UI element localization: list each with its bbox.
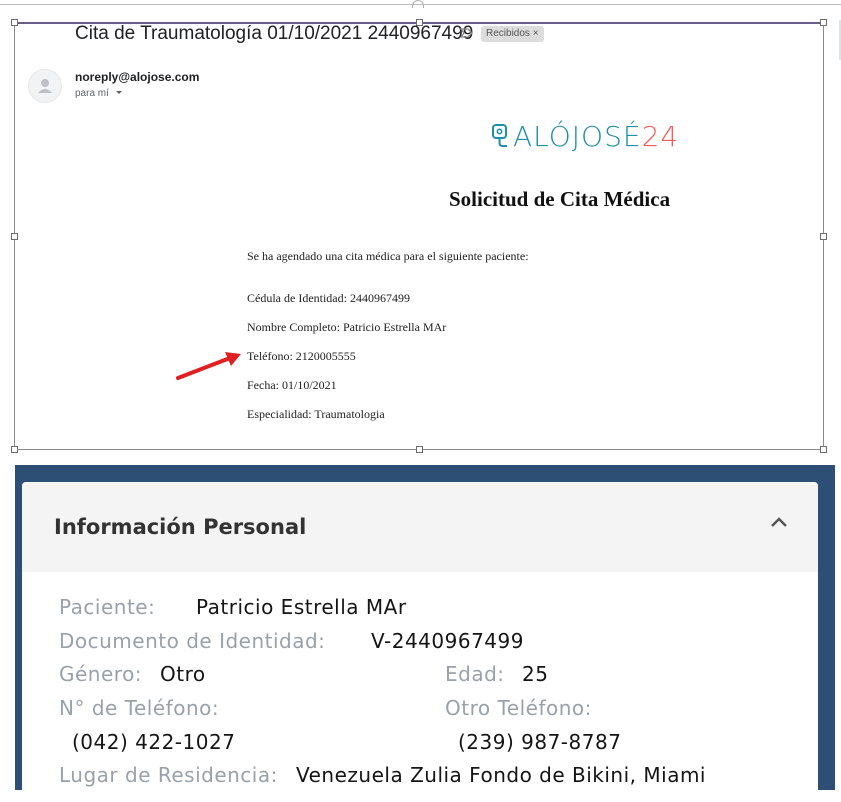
logo-text-main: ALÓJOSÉ: [513, 120, 642, 153]
documento-label: Documento de Identidad:: [59, 629, 326, 653]
email-field-fecha: Fecha: 01/10/2021: [247, 378, 337, 392]
paciente-value: Patricio Estrella MAr: [196, 595, 407, 619]
telefono-label: N° de Teléfono:: [59, 696, 220, 720]
paciente-label: Paciente:: [59, 595, 156, 619]
resize-handle-left[interactable]: [11, 233, 18, 240]
avatar: [28, 69, 62, 103]
recipient-line[interactable]: para mí: [75, 88, 123, 99]
genero-label: Género:: [59, 662, 143, 686]
email-heading: Solicitud de Cita Médica: [449, 187, 671, 211]
otro-telefono-label: Otro Teléfono:: [445, 696, 592, 720]
recipient-text: para mí: [75, 88, 109, 99]
genero-value: Otro: [160, 662, 206, 686]
edad-value: 25: [522, 662, 549, 686]
edad-label: Edad:: [445, 662, 505, 686]
chevron-down-icon[interactable]: [115, 90, 123, 96]
red-arrow-annotation-icon: [176, 352, 241, 380]
person-icon: [38, 79, 52, 93]
email-field-nombre: Nombre Completo: Patricio Estrella MAr: [247, 320, 447, 334]
rotate-handle-icon[interactable]: [412, 0, 424, 8]
email-subject: Cita de Traumatología 01/10/2021 2440967…: [75, 23, 474, 44]
otro-telefono-value: (239) 987-8787: [458, 730, 622, 754]
resize-handle-bottom-left[interactable]: [11, 446, 18, 453]
logo-text-number: 24: [641, 120, 680, 153]
label-chip-close-icon[interactable]: ×: [533, 28, 539, 39]
personal-info-header[interactable]: Información Personal: [22, 482, 818, 572]
logo-text: ALÓJOSÉ24: [513, 120, 679, 153]
email-field-telefono: Teléfono: 2120005555: [247, 349, 356, 363]
resize-handle-right[interactable]: [820, 233, 827, 240]
resize-handle-top-left[interactable]: [11, 19, 18, 26]
residencia-label: Lugar de Residencia:: [59, 763, 278, 787]
email-field-especialidad: Especialidad: Traumatologia: [247, 407, 385, 421]
selected-image-frame[interactable]: [11, 19, 827, 453]
telefono-value: (042) 422-1027: [72, 730, 236, 754]
resize-handle-bottom[interactable]: [416, 446, 423, 453]
residencia-value: Venezuela Zulia Fondo de Bikini, Miami: [296, 763, 706, 787]
resize-handle-bottom-right[interactable]: [820, 446, 827, 453]
importance-marker-icon[interactable]: [460, 28, 474, 38]
resize-handle-top-right[interactable]: [820, 19, 827, 26]
documento-value: V-2440967499: [371, 629, 524, 653]
email-field-cedula: Cédula de Identidad: 2440967499: [247, 291, 410, 305]
email-intro: Se ha agendado una cita médica para el s…: [247, 249, 529, 263]
personal-info-title: Información Personal: [54, 515, 307, 539]
label-chip-text: Recibidos: [486, 28, 530, 39]
chevron-up-icon[interactable]: [769, 512, 789, 532]
stethoscope-icon: [492, 124, 507, 147]
sender-email[interactable]: noreply@alojose.com: [75, 70, 199, 84]
label-chip-recibidos[interactable]: Recibidos ×: [481, 26, 544, 42]
